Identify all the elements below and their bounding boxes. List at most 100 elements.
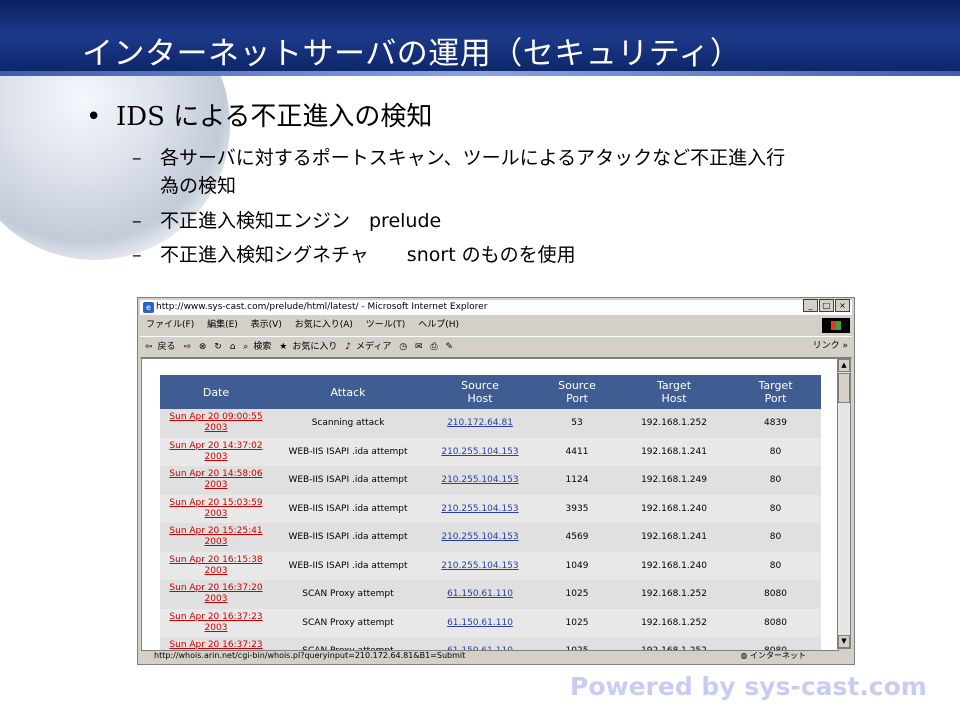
cell-source-host[interactable]: 61.150.61.110: [424, 608, 536, 637]
menu-edit[interactable]: 編集(E): [207, 320, 238, 330]
table-header-row: Date Attack Source Host Source Port Targ…: [160, 375, 821, 409]
table-row: Sun Apr 20 14:58:06 2003 WEB-IIS ISAPI .i…: [160, 466, 821, 495]
header-source-port: Source Port: [536, 375, 618, 409]
back-arrow-icon[interactable]: ⇦: [145, 342, 153, 352]
forward-arrow-icon[interactable]: ⇨: [183, 342, 191, 352]
cell-source-host[interactable]: 210.255.104.153: [424, 494, 536, 523]
cell-target-port: 80: [730, 551, 821, 580]
cell-date[interactable]: Sun Apr 20 16:15:38 2003: [160, 551, 272, 580]
favorites-button[interactable]: お気に入り: [292, 342, 337, 352]
cell-source-host[interactable]: 210.172.64.81: [424, 409, 536, 438]
maximize-button[interactable]: □: [819, 299, 834, 312]
cell-date[interactable]: Sun Apr 20 14:37:02 2003: [160, 437, 272, 466]
cell-target-host: 192.168.1.252: [618, 608, 730, 637]
cell-source-port: 1025: [536, 580, 618, 609]
cell-source-host[interactable]: 61.150.61.110: [424, 580, 536, 609]
vertical-scrollbar[interactable]: ▲ ▼: [837, 358, 851, 649]
cell-target-port: 80: [730, 494, 821, 523]
cell-target-host: 192.168.1.240: [618, 494, 730, 523]
cell-source-host[interactable]: 210.255.104.153: [424, 551, 536, 580]
history-icon[interactable]: ◷: [399, 342, 407, 352]
sub-bullet-2: – 不正進入検知エンジン prelude: [132, 210, 442, 232]
menu-view[interactable]: 表示(V): [251, 320, 282, 330]
main-bullet-text: IDS による不正進入の検知: [116, 102, 433, 132]
cell-target-port: 80: [730, 523, 821, 552]
menu-favorites[interactable]: お気に入り(A): [295, 320, 353, 330]
table-row: Sun Apr 20 09:00:55 2003 Scanning attack 2…: [160, 409, 821, 438]
browser-title-bar: e http://www.sys-cast.com/prelude/html/l…: [140, 300, 852, 315]
media-icon[interactable]: ♪: [345, 342, 351, 352]
table-row: Sun Apr 20 16:37:23 2003SCAN Proxy attem…: [160, 608, 821, 637]
cell-date[interactable]: Sun Apr 20 09:00:55 2003: [160, 409, 272, 438]
table-row: Sun Apr 20 14:37:02 2003 WEB-IIS ISAPI .i…: [160, 437, 821, 466]
media-button[interactable]: メディア: [356, 342, 391, 352]
header-target-port: Target Port: [730, 375, 821, 409]
scroll-thumb[interactable]: [838, 373, 850, 403]
toolbar: ⇦ 戻る ⇨ ⊗ ↻ ⌂ ⌕ 検索 ★ お気に入り ♪ メディア ◷ ✉ ⎙ ✎: [140, 336, 852, 358]
table-row: Sun Apr 20 16:15:38 2003 WEB-IIS ISAPI .i…: [160, 551, 821, 580]
cell-source-port: 3935: [536, 494, 618, 523]
cell-target-port: 4839: [730, 409, 821, 438]
sub-bullet-text: 為の検知: [160, 175, 237, 197]
search-button[interactable]: 検索: [253, 342, 271, 352]
ids-alert-table: Date Attack Source Host Source Port Targ…: [160, 375, 821, 650]
mail-icon[interactable]: ✉: [415, 342, 423, 352]
search-icon[interactable]: ⌕: [243, 342, 248, 352]
cell-attack: WEB-IIS ISAPI .ida attempt: [272, 437, 424, 466]
menu-bar: ファイル(F) 編集(E) 表示(V) お気に入り(A) ツール(T) ヘルプ(…: [140, 317, 852, 334]
cell-source-port: 1049: [536, 551, 618, 580]
home-icon[interactable]: ⌂: [230, 342, 236, 352]
minimize-button[interactable]: _: [803, 299, 818, 312]
links-label[interactable]: リンク »: [813, 338, 848, 351]
status-zone: ◍ インターネット: [740, 649, 806, 662]
menu-help[interactable]: ヘルプ(H): [418, 320, 459, 330]
ie-icon: e: [143, 302, 154, 313]
menu-file[interactable]: ファイル(F): [146, 320, 194, 330]
header-source-host: Source Host: [424, 375, 536, 409]
window-controls: _ □ ×: [803, 299, 850, 312]
cell-attack: SCAN Proxy attempt: [272, 580, 424, 609]
footer-watermark: Powered by sys-cast.com: [570, 672, 927, 701]
cell-date[interactable]: Sun Apr 20 16:37:20 2003: [160, 580, 272, 609]
cell-target-port: 80: [730, 437, 821, 466]
zone-text: インターネット: [750, 651, 806, 660]
cell-target-port: 80: [730, 466, 821, 495]
cell-attack: WEB-IIS ISAPI .ida attempt: [272, 494, 424, 523]
sub-bullet-text: 不正進入検知エンジン prelude: [160, 210, 442, 232]
cell-target-port: 8080: [730, 608, 821, 637]
scroll-up-icon[interactable]: ▲: [838, 359, 850, 372]
cell-source-host[interactable]: 210.255.104.153: [424, 466, 536, 495]
links-text: リンク: [812, 341, 840, 351]
menu-tools[interactable]: ツール(T): [366, 320, 406, 330]
cell-date[interactable]: Sun Apr 20 15:03:59 2003: [160, 494, 272, 523]
cell-target-host: 192.168.1.252: [618, 409, 730, 438]
cell-source-host[interactable]: 210.255.104.153: [424, 523, 536, 552]
cell-source-port: 1124: [536, 466, 618, 495]
sub-bullet-text: 不正進入検知シグネチャ snort のものを使用: [160, 244, 576, 266]
cell-target-host: 192.168.1.241: [618, 523, 730, 552]
cell-source-port: 4411: [536, 437, 618, 466]
refresh-icon[interactable]: ↻: [214, 342, 222, 352]
cell-source-host[interactable]: 210.255.104.153: [424, 437, 536, 466]
cell-attack: WEB-IIS ISAPI .ida attempt: [272, 466, 424, 495]
cell-attack: Scanning attack: [272, 409, 424, 438]
edit-icon[interactable]: ✎: [445, 342, 453, 352]
cell-target-port: 8080: [730, 580, 821, 609]
sub-bullet-1-cont: 為の検知: [160, 171, 236, 198]
cell-date[interactable]: Sun Apr 20 15:25:41 2003: [160, 523, 272, 552]
cell-date[interactable]: Sun Apr 20 16:37:23 2003: [160, 608, 272, 637]
sub-bullet-1: – 各サーバに対するポートスキャン、ツールによるアタックなど不正進入行: [132, 147, 786, 169]
cell-target-host: 192.168.1.252: [618, 580, 730, 609]
stop-icon[interactable]: ⊗: [199, 342, 207, 352]
cell-source-port: 4569: [536, 523, 618, 552]
table-row: Sun Apr 20 15:25:41 2003 WEB-IIS ISAPI .i…: [160, 523, 821, 552]
back-button[interactable]: 戻る: [158, 342, 176, 352]
cell-source-port: 1025: [536, 608, 618, 637]
browser-window: e http://www.sys-cast.com/prelude/html/l…: [137, 297, 855, 665]
close-button[interactable]: ×: [835, 299, 850, 312]
print-icon[interactable]: ⎙: [430, 342, 437, 352]
table-row: Sun Apr 20 15:03:59 2003 WEB-IIS ISAPI .i…: [160, 494, 821, 523]
favorites-icon[interactable]: ★: [279, 342, 287, 352]
cell-date[interactable]: Sun Apr 20 14:58:06 2003: [160, 466, 272, 495]
scroll-down-icon[interactable]: ▼: [838, 635, 850, 648]
